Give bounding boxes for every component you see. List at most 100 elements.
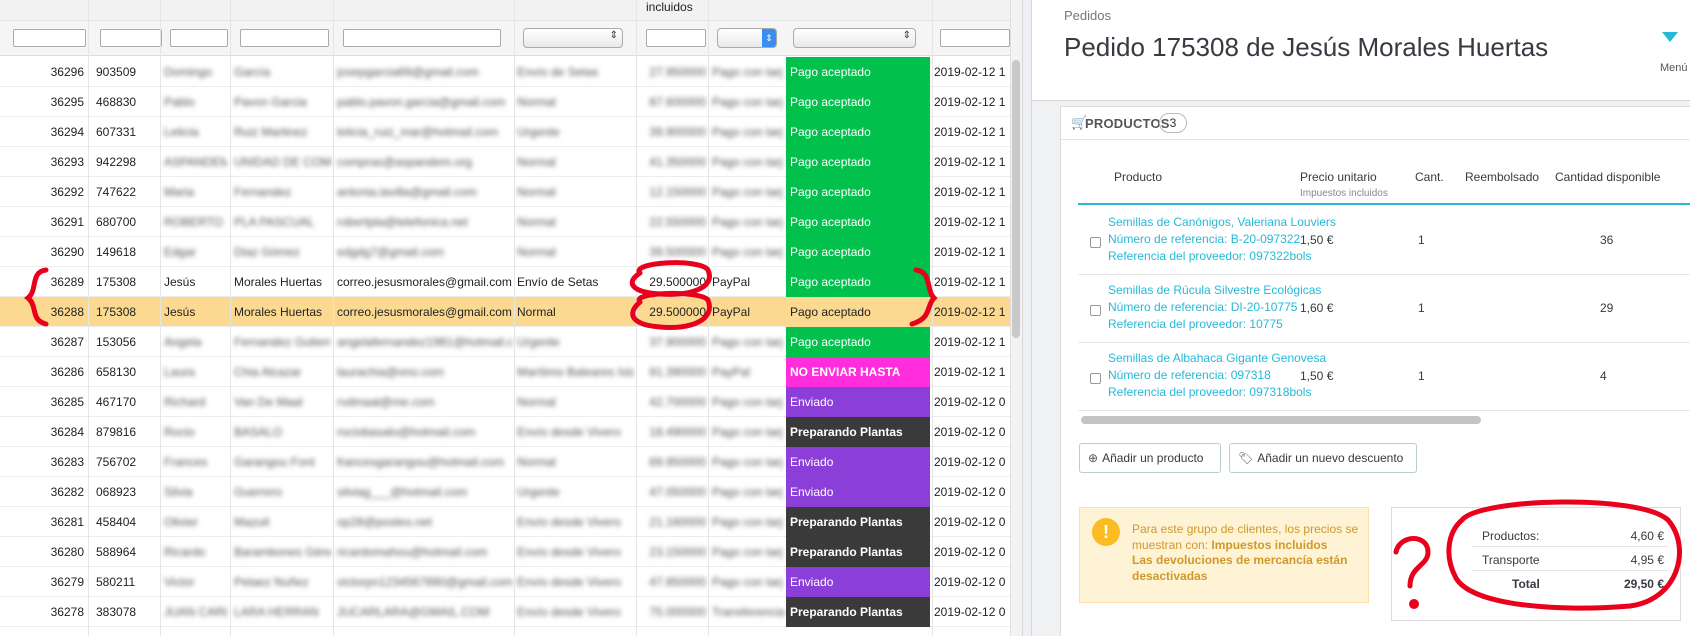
cell-id: 36295 (50, 95, 84, 109)
product-supplier-ref-link[interactable]: Referencia del proveedor: 097318bols (1108, 385, 1311, 399)
add-product-button[interactable]: ⊕ Añadir un producto (1079, 443, 1221, 473)
filter-carrier-select[interactable]: ⇕ (523, 28, 623, 48)
table-row[interactable]: 36280 588964 Ricardo Barambones Géne ricardo… (0, 537, 1010, 567)
product-ref-link[interactable]: Número de referencia: B-20-097322 (1108, 232, 1300, 246)
cell-first: Maria (164, 185, 195, 199)
cell-total: 47.850000 (649, 575, 706, 589)
product-supplier-ref-link[interactable]: Referencia del proveedor: 097322bols (1108, 249, 1311, 263)
product-name-link[interactable]: Semillas de Albahaca Gigante Genovesa (1108, 351, 1326, 365)
filter-date-input[interactable] (940, 29, 1010, 47)
cell-payment: Transferencia (712, 605, 784, 619)
cell-date: 2019-02-12 1 (934, 305, 1006, 319)
pane-divider[interactable] (1022, 0, 1032, 636)
cell-total: 12.150000 (649, 185, 706, 199)
product-checkbox[interactable] (1090, 237, 1101, 248)
col-available: Cantidad disponible (1555, 170, 1661, 184)
cell-status: Preparando Plantas (786, 507, 930, 537)
table-row[interactable]: 36291 680700 ROBERTO PLA PASCUAL robertpla@t… (0, 207, 1010, 237)
cell-ref: 588964 (96, 545, 137, 559)
cell-ref: 879816 (96, 425, 137, 439)
table-row[interactable]: 36278 383078 JUAN CARLO LARA HERRAN JUCARLAR… (0, 597, 1010, 627)
table-row[interactable]: 36294 607331 Leticia Ruiz Martinez leticia_r… (0, 117, 1010, 147)
filter-email-input[interactable] (343, 29, 501, 47)
table-row[interactable]: 36293 942298 ASPANDEM UNIDAD DE COMP compras… (0, 147, 1010, 177)
product-stock: 29 (1600, 301, 1614, 315)
cell-payment: PayPal (712, 275, 751, 289)
products-title: PRODUCTOS (1085, 116, 1170, 131)
table-row[interactable]: 36288 175308 Jesús Morales Huertas correo.je… (0, 297, 1010, 327)
filter-firstname-input[interactable] (170, 29, 228, 47)
cell-email: victorpn1234567890@gmail.com (337, 575, 513, 589)
cell-first: Victor (164, 575, 195, 589)
cell-first: Edgar (164, 245, 197, 259)
filter-id-input[interactable] (13, 29, 86, 47)
col-qty: Cant. (1415, 170, 1444, 184)
product-checkbox[interactable] (1090, 305, 1101, 316)
table-row[interactable]: 36286 658130 Laura Chia Alcazar laurachia@on… (0, 357, 1010, 387)
table-row[interactable]: 36290 149618 Edgar Diaz Gómez edgdg7@gmail.c… (0, 237, 1010, 267)
page-header: Pedidos Pedido 175308 de Jesús Morales H… (1032, 0, 1690, 101)
cell-email: robertpla@telefonica.net (337, 215, 468, 229)
cell-id: 36282 (50, 485, 84, 499)
vertical-scrollbar-thumb[interactable] (1012, 60, 1020, 338)
table-row[interactable]: 36295 468830 Pablo Pavon Garcia pablo.pavon.… (0, 87, 1010, 117)
cell-first: Angela (164, 335, 202, 349)
menu-label[interactable]: Menú (1660, 62, 1688, 74)
cell-id: 36293 (50, 155, 84, 169)
table-row[interactable]: 36287 153056 Angela Fernandez Gutierr angela… (0, 327, 1010, 357)
cell-carrier: Normal (517, 455, 556, 469)
table-row[interactable]: 36282 068923 Silvia Guerrero silviag___@hotm… (0, 477, 1010, 507)
table-row[interactable]: 36281 458404 Olivier Mazuit op28@posteo.net E… (0, 507, 1010, 537)
table-row[interactable]: 36284 879816 Rocio BASALO rociobasalo@hotmai… (0, 417, 1010, 447)
cell-payment: Pago con tarj (712, 455, 783, 469)
product-price: 1,50 € (1300, 369, 1334, 383)
cell-last: Pelaez Nuñez (234, 575, 309, 589)
table-row[interactable]: 36283 756702 Frances Garangou Font francesga… (0, 447, 1010, 477)
cell-last: Garangou Font (234, 455, 315, 469)
select-arrows-icon: ⇕ (762, 29, 776, 47)
cell-payment: PayPal (712, 305, 751, 319)
filter-status-select[interactable]: ⇕ (793, 28, 916, 48)
cell-carrier: Envío desde Vivero (517, 515, 621, 529)
cell-last: Guerrero (234, 485, 283, 499)
product-supplier-ref-link[interactable]: Referencia del proveedor: 10775 (1108, 317, 1283, 331)
cell-ref: 149618 (96, 245, 137, 259)
cell-payment: Pago con tarj (712, 155, 783, 169)
table-row[interactable]: 36289 175308 Jesús Morales Huertas correo.je… (0, 267, 1010, 297)
table-row[interactable]: 36296 903509 Domingo García josepgarcia69@gm… (0, 57, 1010, 87)
horizontal-scrollbar[interactable] (1081, 416, 1481, 424)
product-stock: 4 (1600, 369, 1607, 383)
product-checkbox[interactable] (1090, 373, 1101, 384)
cell-carrier: Normal (517, 215, 556, 229)
product-ref-link[interactable]: Número de referencia: DI-20-10775 (1108, 300, 1297, 314)
cell-date: 2019-02-12 1 (934, 245, 1006, 259)
cell-date: 2019-02-12 0 (934, 425, 1006, 439)
cell-carrier: Envío de Setas (517, 65, 599, 79)
cell-id: 36281 (50, 515, 84, 529)
table-row[interactable]: 36285 467170 Richard Van De Maal rvdmaal@me.… (0, 387, 1010, 417)
cell-email: angelafernandez1981@hotmail.com (337, 335, 513, 349)
cell-ref: 580211 (96, 575, 136, 589)
cell-ref: 175308 (96, 305, 137, 319)
orders-list-panel: incluidos ⇕ ⇕ ⇕ 36296 903509 Domingo García… (0, 0, 1022, 636)
add-discount-button[interactable]: 🏷 Añadir un nuevo descuento (1229, 443, 1417, 473)
menu-caret-icon[interactable] (1662, 32, 1678, 42)
cell-ref: 458404 (96, 515, 137, 529)
filter-payment-select[interactable]: ⇕ (717, 28, 777, 48)
filter-total-input[interactable] (646, 29, 706, 47)
product-name-link[interactable]: Semillas de Canónigos, Valeriana Louvier… (1108, 215, 1336, 229)
cell-email: josepgarcia69@gmail.com (337, 65, 479, 79)
cell-first: Silvia (164, 485, 193, 499)
cell-date: 2019-02-12 1 (934, 365, 1006, 379)
cell-status: Pago aceptado (786, 177, 930, 207)
cell-first: JUAN CARLO (164, 605, 227, 619)
product-ref-link[interactable]: Número de referencia: 097318 (1108, 368, 1271, 382)
table-row[interactable]: 36279 580211 Victor Pelaez Nuñez victorpn123… (0, 567, 1010, 597)
product-name-link[interactable]: Semillas de Rúcula Silvestre Ecológicas (1108, 283, 1321, 297)
breadcrumb[interactable]: Pedidos (1064, 8, 1111, 23)
cell-status: Preparando Plantas (786, 597, 930, 627)
filter-lastname-input[interactable] (240, 29, 329, 47)
page-title: Pedido 175308 de Jesús Morales Huertas (1064, 32, 1549, 62)
table-row[interactable]: 36292 747622 Maria Fernandez antonia.lavilla… (0, 177, 1010, 207)
filter-reference-input[interactable] (100, 29, 162, 47)
